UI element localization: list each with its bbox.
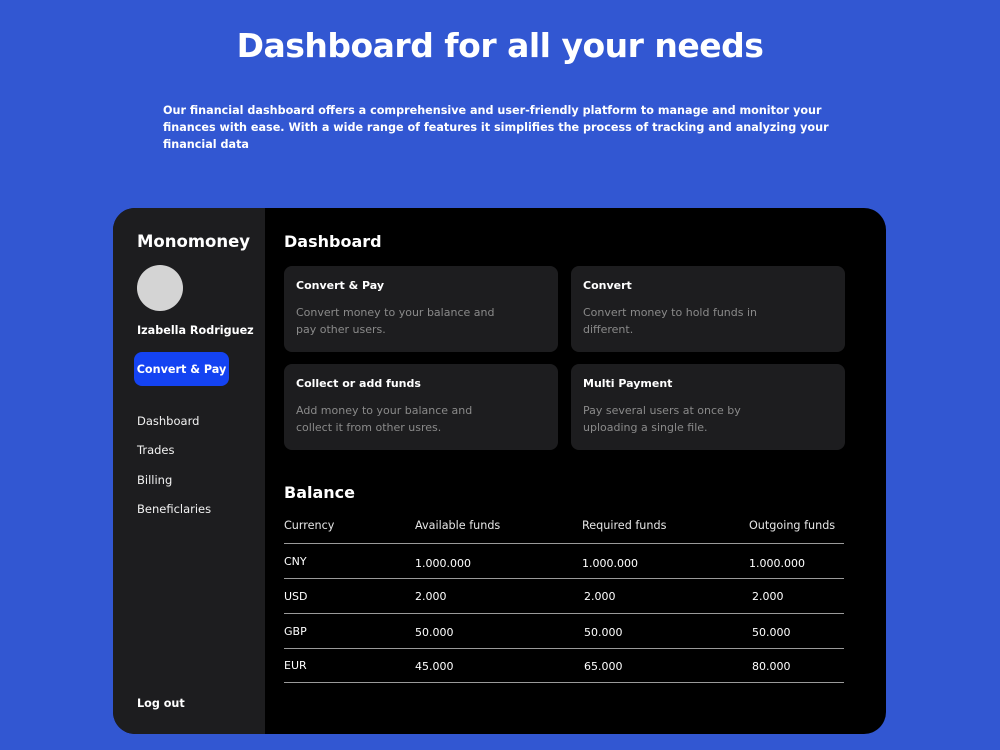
user-name: Izabella Rodriguez xyxy=(137,324,254,337)
cell-currency: USD xyxy=(284,590,308,603)
cell-outgoing: 2.000 xyxy=(752,590,784,603)
card-title: Multi Payment xyxy=(583,377,673,390)
sidebar-item-beneficiaries[interactable]: Beneficlaries xyxy=(137,502,211,531)
card-title: Collect or add funds xyxy=(296,377,421,390)
column-header-currency: Currency xyxy=(284,519,335,532)
sidebar-item-dashboard[interactable]: Dashboard xyxy=(137,414,211,443)
convert-pay-button[interactable]: Convert & Pay xyxy=(134,352,229,386)
card-description: Add money to your balance and collect it… xyxy=(296,404,473,434)
brand-name: Monomoney xyxy=(137,232,251,251)
cell-available: 45.000 xyxy=(415,660,454,673)
dashboard-title: Dashboard xyxy=(284,232,382,251)
cell-available: 50.000 xyxy=(415,626,454,639)
table-divider xyxy=(284,682,844,683)
column-header-outgoing: Outgoing funds xyxy=(749,519,836,532)
avatar xyxy=(137,265,183,311)
table-divider xyxy=(284,648,844,649)
hero-title: Dashboard for all your needs xyxy=(236,26,764,65)
hero-description: Our financial dashboard offers a compreh… xyxy=(163,104,829,151)
sidebar-nav: Dashboard Trades Billing Beneficlaries xyxy=(137,414,211,531)
card-description: Pay several users at once by uploading a… xyxy=(583,404,741,434)
cell-outgoing: 50.000 xyxy=(752,626,791,639)
cell-outgoing: 1.000.000 xyxy=(749,557,805,570)
card-multi-payment[interactable]: Multi Payment Pay several users at once … xyxy=(571,364,845,450)
sidebar-item-billing[interactable]: Billing xyxy=(137,473,211,502)
cell-currency: GBP xyxy=(284,625,307,638)
logout-link[interactable]: Log out xyxy=(137,697,185,710)
table-divider xyxy=(284,613,844,614)
cell-outgoing: 80.000 xyxy=(752,660,791,673)
cell-required: 50.000 xyxy=(584,626,623,639)
balance-title: Balance xyxy=(284,483,355,502)
column-header-available: Available funds xyxy=(415,519,501,532)
card-convert[interactable]: Convert Convert money to hold funds in d… xyxy=(571,266,845,352)
column-header-required: Required funds xyxy=(582,519,667,532)
cell-required: 65.000 xyxy=(584,660,623,673)
table-divider xyxy=(284,543,844,544)
card-description: Convert money to hold funds in different… xyxy=(583,306,758,336)
table-divider xyxy=(284,578,844,579)
cell-required: 1.000.000 xyxy=(582,557,638,570)
card-title: Convert xyxy=(583,279,632,292)
cell-available: 1.000.000 xyxy=(415,557,471,570)
cell-required: 2.000 xyxy=(584,590,616,603)
cell-available: 2.000 xyxy=(415,590,447,603)
card-title: Convert & Pay xyxy=(296,279,385,292)
card-description: Convert money to your balance and pay ot… xyxy=(296,306,495,336)
dashboard-app: Monomoney Izabella Rodriguez Convert & P… xyxy=(113,208,886,734)
card-convert-pay[interactable]: Convert & Pay Convert money to your bala… xyxy=(284,266,558,352)
card-collect-add-funds[interactable]: Collect or add funds Add money to your b… xyxy=(284,364,558,450)
sidebar-item-trades[interactable]: Trades xyxy=(137,443,211,472)
cell-currency: CNY xyxy=(284,555,307,568)
sidebar: Monomoney Izabella Rodriguez Convert & P… xyxy=(113,208,265,734)
main-content: Dashboard Convert & Pay Convert money to… xyxy=(265,208,886,734)
cell-currency: EUR xyxy=(284,659,307,672)
